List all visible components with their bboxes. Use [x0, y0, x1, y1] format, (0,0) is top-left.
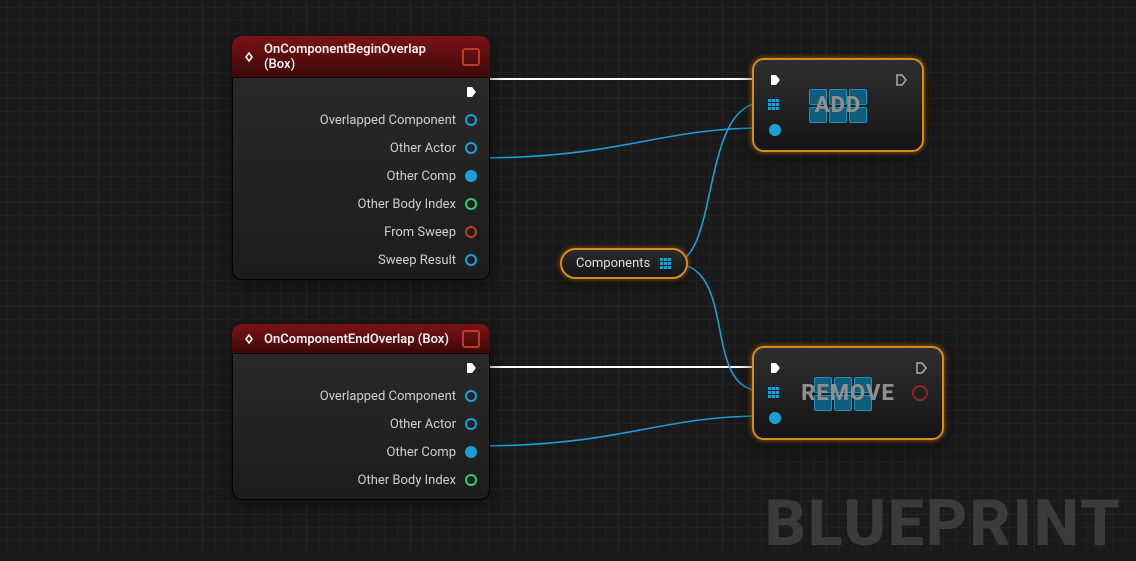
node-title: OnComponentBeginOverlap (Box) — [264, 42, 454, 72]
from-sweep-pin[interactable] — [464, 225, 478, 239]
exec-in-pin[interactable] — [768, 73, 782, 87]
variable-node-components[interactable]: Components — [560, 248, 688, 279]
node-header[interactable]: OnComponentEndOverlap (Box) — [232, 324, 490, 354]
exec-out-pin[interactable] — [464, 85, 478, 99]
pin-label: Overlapped Component — [320, 389, 456, 404]
return-pin[interactable] — [912, 385, 928, 401]
node-title: OnComponentEndOverlap (Box) — [264, 332, 449, 347]
array-pin-icon[interactable] — [660, 258, 672, 270]
other-actor-pin[interactable] — [464, 141, 478, 155]
item-input-pin[interactable] — [768, 411, 782, 425]
array-icon — [814, 377, 870, 409]
body-index-pin[interactable] — [464, 197, 478, 211]
watermark: BLUEPRINT — [765, 486, 1122, 561]
event-icon — [242, 332, 256, 346]
body-index-pin[interactable] — [464, 473, 478, 487]
sweep-result-pin[interactable] — [464, 253, 478, 267]
other-comp-pin[interactable] — [464, 169, 478, 183]
pin-label: Other Actor — [390, 417, 456, 432]
overlapped-component-pin[interactable] — [464, 113, 478, 127]
event-node-begin-overlap[interactable]: OnComponentBeginOverlap (Box) Overlapped… — [232, 36, 490, 280]
pin-label: Other Body Index — [358, 473, 457, 488]
array-remove-node[interactable]: REMOVE — [752, 346, 944, 440]
pin-label: Other Actor — [390, 141, 456, 156]
delegate-pin[interactable] — [462, 330, 480, 348]
overlapped-component-pin[interactable] — [464, 389, 478, 403]
delegate-pin[interactable] — [462, 48, 480, 66]
array-add-node[interactable]: ADD — [752, 58, 924, 152]
exec-out-pin[interactable] — [894, 73, 908, 87]
variable-label: Components — [576, 256, 650, 271]
array-icon — [809, 89, 865, 121]
event-icon — [242, 50, 256, 64]
other-actor-pin[interactable] — [464, 417, 478, 431]
exec-out-pin[interactable] — [914, 361, 928, 375]
event-node-end-overlap[interactable]: OnComponentEndOverlap (Box) Overlapped C… — [232, 324, 490, 500]
array-target-pin[interactable] — [768, 387, 780, 399]
array-target-pin[interactable] — [768, 99, 780, 111]
pin-label: Sweep Result — [378, 253, 456, 268]
node-header[interactable]: OnComponentBeginOverlap (Box) — [232, 36, 490, 78]
other-comp-pin[interactable] — [464, 445, 478, 459]
exec-in-pin[interactable] — [768, 361, 782, 375]
pin-label: Other Body Index — [358, 197, 457, 212]
pin-label: From Sweep — [384, 225, 456, 240]
pin-label: Other Comp — [387, 169, 456, 184]
item-input-pin[interactable] — [768, 123, 782, 137]
exec-out-pin[interactable] — [464, 361, 478, 375]
pin-label: Other Comp — [387, 445, 456, 460]
pin-label: Overlapped Component — [320, 113, 456, 128]
